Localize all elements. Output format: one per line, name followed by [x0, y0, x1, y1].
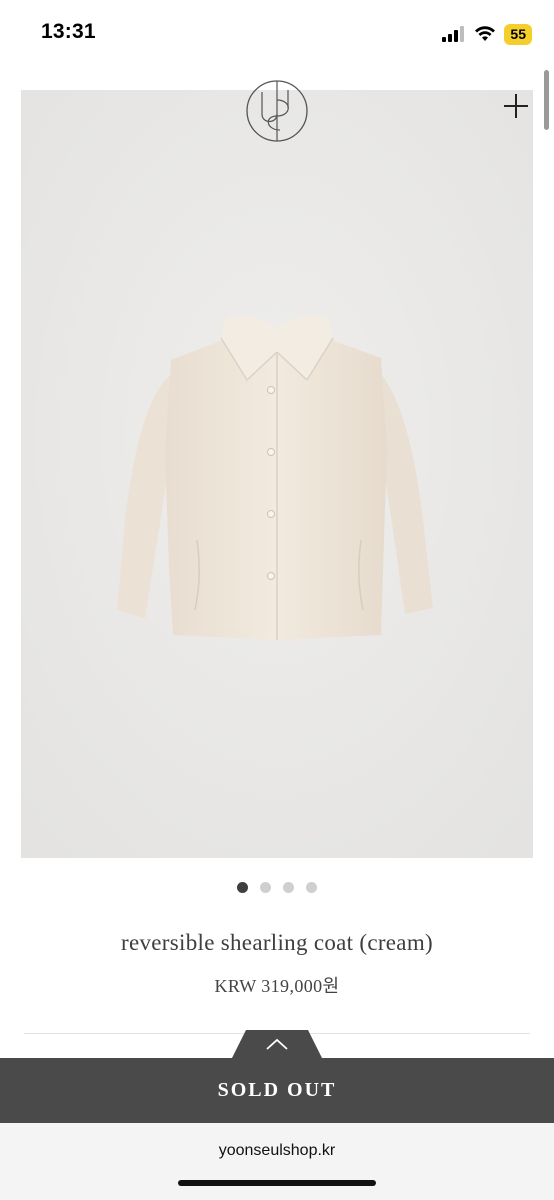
signal-icon — [442, 26, 465, 42]
product-title: reversible shearling coat (cream) — [121, 930, 433, 955]
browser-url-bar — [0, 1123, 554, 1200]
carousel-dot-1[interactable] — [237, 882, 248, 893]
url-text[interactable]: yoonseulshop.kr — [0, 1142, 554, 1160]
product-image[interactable] — [21, 90, 533, 858]
status-time: 13:31 — [41, 20, 96, 43]
chevron-up-icon[interactable] — [232, 1030, 322, 1058]
product-price: KRW 319,000원 — [214, 976, 340, 996]
carousel-dot-3[interactable] — [283, 882, 294, 893]
status-bar: 13:31 55 — [0, 0, 554, 70]
sold-out-button[interactable]: SOLD OUT — [0, 1058, 554, 1123]
sold-out-label: SOLD OUT — [217, 1079, 337, 1101]
battery-icon: 55 — [504, 23, 532, 45]
wifi-icon — [475, 26, 496, 41]
carousel-dot-2[interactable] — [260, 882, 271, 893]
plus-icon[interactable] — [500, 90, 532, 122]
carousel-dot-4[interactable] — [306, 882, 317, 893]
home-indicator[interactable] — [178, 1180, 376, 1186]
coat-illustration — [21, 90, 533, 858]
status-icons: 55 — [442, 22, 532, 46]
carousel-dots — [0, 882, 554, 893]
brand-monogram-logo[interactable] — [244, 78, 310, 144]
scrollbar-thumb[interactable] — [544, 70, 549, 130]
